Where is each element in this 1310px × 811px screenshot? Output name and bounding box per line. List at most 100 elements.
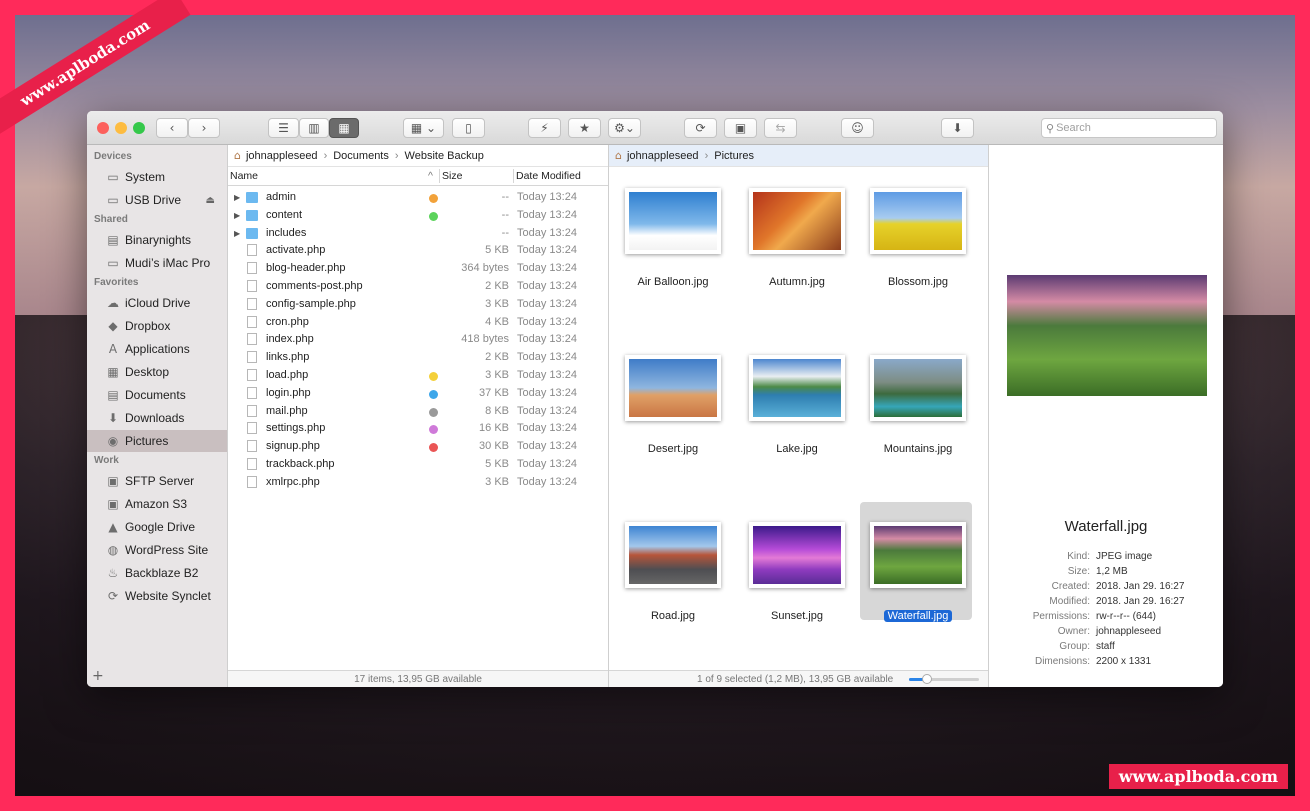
search-field[interactable]: ⚲ Search (1041, 118, 1217, 138)
breadcrumb-item[interactable]: Documents (333, 150, 389, 162)
eject-icon[interactable]: ⏏ (206, 195, 215, 206)
file-row[interactable]: ▶ admin -- Today 13:24 (228, 189, 608, 207)
file-icon (247, 297, 257, 310)
sidebar-item-label: Applications (125, 342, 190, 356)
zoom-slider[interactable] (909, 674, 979, 684)
new-file-button[interactable]: ▯ (452, 118, 485, 138)
zoom-window-button[interactable] (133, 122, 145, 134)
sidebar-item-binarynights[interactable]: ▤ Binarynights (87, 229, 227, 251)
image-thumbnail[interactable] (615, 168, 727, 286)
column-divider[interactable] (513, 169, 514, 183)
disclosure-triangle-icon[interactable]: ▶ (234, 229, 240, 238)
emoji-button[interactable]: ☺ (841, 118, 874, 138)
sync-button[interactable]: ⟳ (684, 118, 717, 138)
file-row[interactable]: cron.php 4 KB Today 13:24 (228, 314, 608, 332)
color-tag (429, 443, 438, 453)
file-row[interactable]: ▶ content -- Today 13:24 (228, 207, 608, 225)
image-name: Autumn.jpg (769, 276, 825, 288)
sidebar-item-wordpress-site[interactable]: ◍ WordPress Site (87, 539, 227, 561)
disclosure-triangle-icon[interactable]: ▶ (234, 211, 240, 220)
file-row[interactable]: index.php 418 bytes Today 13:24 (228, 331, 608, 349)
terminal-button[interactable]: ▣ (724, 118, 757, 138)
quick-action-button[interactable]: ⚡ (528, 118, 561, 138)
search-placeholder: Search (1056, 122, 1091, 134)
favorite-button[interactable]: ★ (568, 118, 601, 138)
file-row[interactable]: config-sample.php 3 KB Today 13:24 (228, 296, 608, 314)
file-row[interactable]: ▶ includes -- Today 13:24 (228, 225, 608, 243)
image-thumbnail[interactable] (860, 502, 972, 620)
column-view-button[interactable]: ▥ (299, 118, 329, 138)
thumbnail-image (874, 526, 962, 584)
color-tag (429, 425, 438, 435)
image-caption[interactable]: Air Balloon.jpg (611, 276, 735, 288)
minimize-window-button[interactable] (115, 122, 127, 134)
file-row[interactable]: login.php 37 KB Today 13:24 (228, 385, 608, 403)
sidebar-item-icloud-drive[interactable]: ☁ iCloud Drive (87, 292, 227, 314)
file-row[interactable]: signup.php 30 KB Today 13:24 (228, 438, 608, 456)
breadcrumb-item[interactable]: johnappleseed (246, 150, 318, 162)
file-row[interactable]: comments-post.php 2 KB Today 13:24 (228, 278, 608, 296)
breadcrumb-item[interactable]: Pictures (714, 150, 754, 162)
sidebar-item-amazon-s3[interactable]: ▣ Amazon S3 (87, 493, 227, 515)
image-thumbnail[interactable] (860, 168, 972, 286)
sidebar-item-applications[interactable]: A Applications (87, 338, 227, 360)
sidebar-item-mudi-s-imac-pro[interactable]: ▭ Mudi’s iMac Pro (87, 252, 227, 274)
list-view-button[interactable]: ☰ (268, 118, 299, 138)
image-thumbnail[interactable] (615, 502, 727, 620)
image-caption[interactable]: Sunset.jpg (735, 610, 859, 622)
forward-button[interactable]: › (188, 118, 220, 138)
disclosure-triangle-icon[interactable]: ▶ (234, 193, 240, 202)
add-sidebar-item-button[interactable]: + (92, 668, 104, 684)
sidebar-item-dropbox[interactable]: ◆ Dropbox (87, 315, 227, 337)
sidebar-item-usb-drive[interactable]: ▭ USB Drive ⏏ (87, 189, 227, 211)
image-caption[interactable]: Desert.jpg (611, 443, 735, 455)
sidebar-item-website-synclet[interactable]: ⟳ Website Synclet (87, 585, 227, 607)
file-row[interactable]: mail.php 8 KB Today 13:24 (228, 403, 608, 421)
image-thumbnail[interactable] (739, 168, 851, 286)
file-row[interactable]: load.php 3 KB Today 13:24 (228, 367, 608, 385)
sidebar-item-downloads[interactable]: ⬇ Downloads (87, 407, 227, 429)
image-thumbnail[interactable] (860, 335, 972, 453)
file-row[interactable]: xmlrpc.php 3 KB Today 13:24 (228, 474, 608, 492)
back-button[interactable]: ‹ (156, 118, 188, 138)
image-caption[interactable]: Autumn.jpg (735, 276, 859, 288)
image-caption[interactable]: Mountains.jpg (856, 443, 980, 455)
file-row[interactable]: blog-header.php 364 bytes Today 13:24 (228, 260, 608, 278)
image-thumbnail[interactable] (739, 335, 851, 453)
date-column-header[interactable]: Date Modified (516, 170, 581, 182)
file-name: links.php (266, 351, 310, 364)
image-caption[interactable]: Blossom.jpg (856, 276, 980, 288)
sidebar-item-pictures[interactable]: ◉ Pictures (87, 430, 227, 452)
file-name: content (266, 208, 303, 221)
arrange-button[interactable]: ▦ ⌄ (403, 118, 444, 138)
info-key: Group: (1059, 641, 1090, 652)
file-row[interactable]: trackback.php 5 KB Today 13:24 (228, 456, 608, 474)
image-caption[interactable]: Lake.jpg (735, 443, 859, 455)
compare-button[interactable]: ⇆ (764, 118, 797, 138)
sidebar-item-backblaze-b2[interactable]: ♨ Backblaze B2 (87, 562, 227, 584)
breadcrumb-item[interactable]: johnappleseed (627, 150, 699, 162)
download-button[interactable]: ⬇ (941, 118, 974, 138)
column-divider[interactable] (439, 169, 440, 183)
image-caption[interactable]: Road.jpg (611, 610, 735, 622)
file-row[interactable]: links.php 2 KB Today 13:24 (228, 349, 608, 367)
name-column-header[interactable]: Name (230, 170, 258, 182)
sidebar-item-sftp-server[interactable]: ▣ SFTP Server (87, 470, 227, 492)
sidebar-item-desktop[interactable]: ▦ Desktop (87, 361, 227, 383)
breadcrumb-item[interactable]: Website Backup (405, 150, 484, 162)
image-thumbnail[interactable] (615, 335, 727, 453)
size-column-header[interactable]: Size (442, 170, 462, 182)
zoom-slider-knob[interactable] (921, 674, 932, 684)
image-thumbnail[interactable] (739, 502, 851, 620)
sync-icon: ⟳ (107, 589, 119, 603)
file-row[interactable]: activate.php 5 KB Today 13:24 (228, 242, 608, 260)
sidebar-item-google-drive[interactable]: ▲ Google Drive (87, 516, 227, 538)
sidebar-item-system[interactable]: ▭ System (87, 166, 227, 188)
close-window-button[interactable] (97, 122, 109, 134)
image-caption[interactable]: Waterfall.jpg (856, 610, 980, 622)
file-row[interactable]: settings.php 16 KB Today 13:24 (228, 420, 608, 438)
thumbnail-frame (625, 188, 721, 254)
icon-view-button[interactable]: ▦ (329, 118, 359, 138)
action-menu-button[interactable]: ⚙⌄ (608, 118, 641, 138)
sidebar-item-documents[interactable]: ▤ Documents (87, 384, 227, 406)
